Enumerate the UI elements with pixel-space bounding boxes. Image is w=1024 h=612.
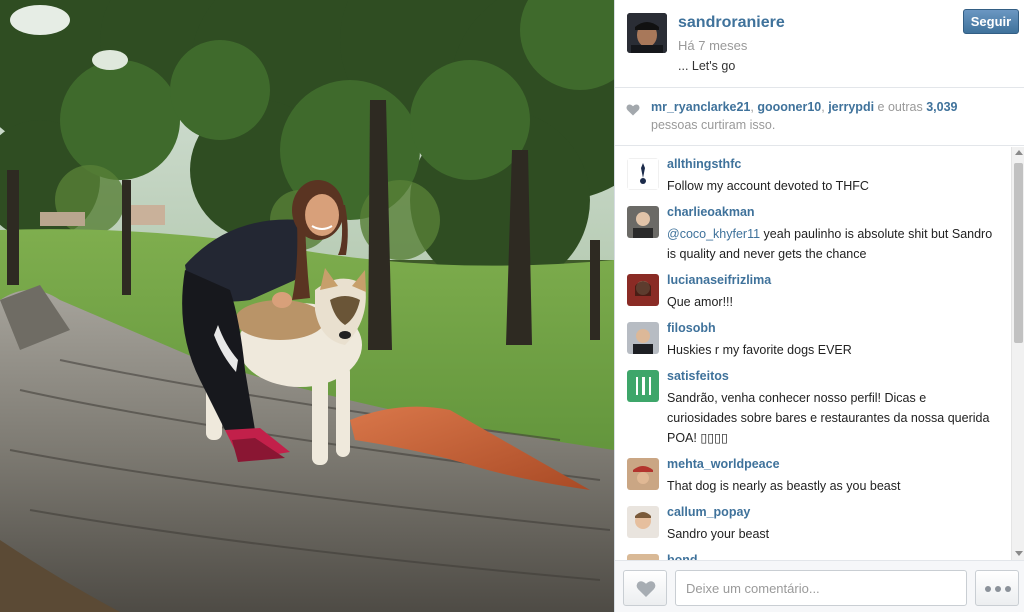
more-dots-icon	[1005, 586, 1011, 592]
follow-button[interactable]: Seguir	[963, 9, 1019, 34]
scroll-down-arrow-icon[interactable]	[1015, 551, 1023, 556]
like-button[interactable]	[623, 570, 667, 606]
heart-icon	[636, 581, 656, 597]
commenter-username[interactable]: bond	[667, 553, 698, 560]
commenter-avatar[interactable]	[627, 370, 659, 402]
commenter-avatar[interactable]	[627, 506, 659, 538]
commenter-username[interactable]: mehta_worldpeace	[667, 457, 780, 471]
commenter-avatar[interactable]	[627, 206, 659, 238]
likes-summary: mr_ryanclarke21, goooner10, jerrypdi e o…	[615, 88, 1024, 146]
commenter-username[interactable]: charlieoakman	[667, 205, 755, 219]
owner-username-link[interactable]: sandroraniere	[678, 14, 785, 32]
more-dots-icon	[995, 586, 1001, 592]
commenter-avatar[interactable]	[627, 158, 659, 190]
scroll-thumb[interactable]	[1014, 163, 1023, 343]
commenter-avatar[interactable]	[627, 458, 659, 490]
liker-link[interactable]: mr_ryanclarke21	[651, 100, 750, 114]
comment-list: allthingsthfc Follow my account devoted …	[615, 147, 1011, 560]
post-header: sandroraniere Há 7 meses ... Let's go Se…	[615, 0, 1024, 88]
commenter-username[interactable]: lucianaseifrizlima	[667, 273, 771, 287]
owner-avatar[interactable]	[627, 13, 667, 53]
post-photo[interactable]	[0, 0, 614, 612]
scroll-up-arrow-icon[interactable]	[1015, 150, 1023, 155]
post-caption: ... Let's go	[678, 59, 736, 73]
liker-link[interactable]: jerrypdi	[828, 100, 874, 114]
commenter-avatar[interactable]	[627, 322, 659, 354]
comment-text: Que amor!!!	[667, 295, 733, 309]
mention-link[interactable]: @coco_khyfer11	[667, 227, 760, 241]
comment-text: Sandrão, venha conhecer nosso perfil! Di…	[667, 391, 990, 445]
comment-input[interactable]	[675, 570, 967, 606]
commenter-username[interactable]: callum_popay	[667, 505, 750, 519]
commenter-username[interactable]: filosobh	[667, 321, 716, 335]
heart-icon	[626, 104, 640, 116]
comments-scrollbar[interactable]	[1011, 147, 1024, 560]
liker-link[interactable]: goooner10	[757, 100, 821, 114]
comment-text: That dog is nearly as beastly as you bea…	[667, 479, 901, 493]
more-options-button[interactable]	[975, 570, 1019, 606]
likes-count[interactable]: 3,039	[926, 100, 957, 114]
post-photo-illustration	[0, 0, 614, 612]
likes-line: mr_ryanclarke21, goooner10, jerrypdi e o…	[651, 100, 957, 114]
post-timestamp: Há 7 meses	[678, 38, 748, 53]
commenter-username[interactable]: allthingsthfc	[667, 157, 741, 171]
comment-text: Huskies r my favorite dogs EVER	[667, 343, 852, 357]
likes-suffix: pessoas curtiram isso.	[651, 118, 776, 132]
likes-others-text: e outras	[874, 100, 927, 114]
comment-footer	[615, 560, 1024, 612]
comment-text: Sandro your beast	[667, 527, 770, 541]
more-dots-icon	[985, 586, 991, 592]
commenter-avatar[interactable]	[627, 274, 659, 306]
commenter-username[interactable]: satisfeitos	[667, 369, 729, 383]
post-details-panel: sandroraniere Há 7 meses ... Let's go Se…	[614, 0, 1024, 612]
comment-text: @coco_khyfer11 yeah paulinho is absolute…	[667, 224, 997, 264]
comment-text: Follow my account devoted to THFC	[667, 179, 869, 193]
